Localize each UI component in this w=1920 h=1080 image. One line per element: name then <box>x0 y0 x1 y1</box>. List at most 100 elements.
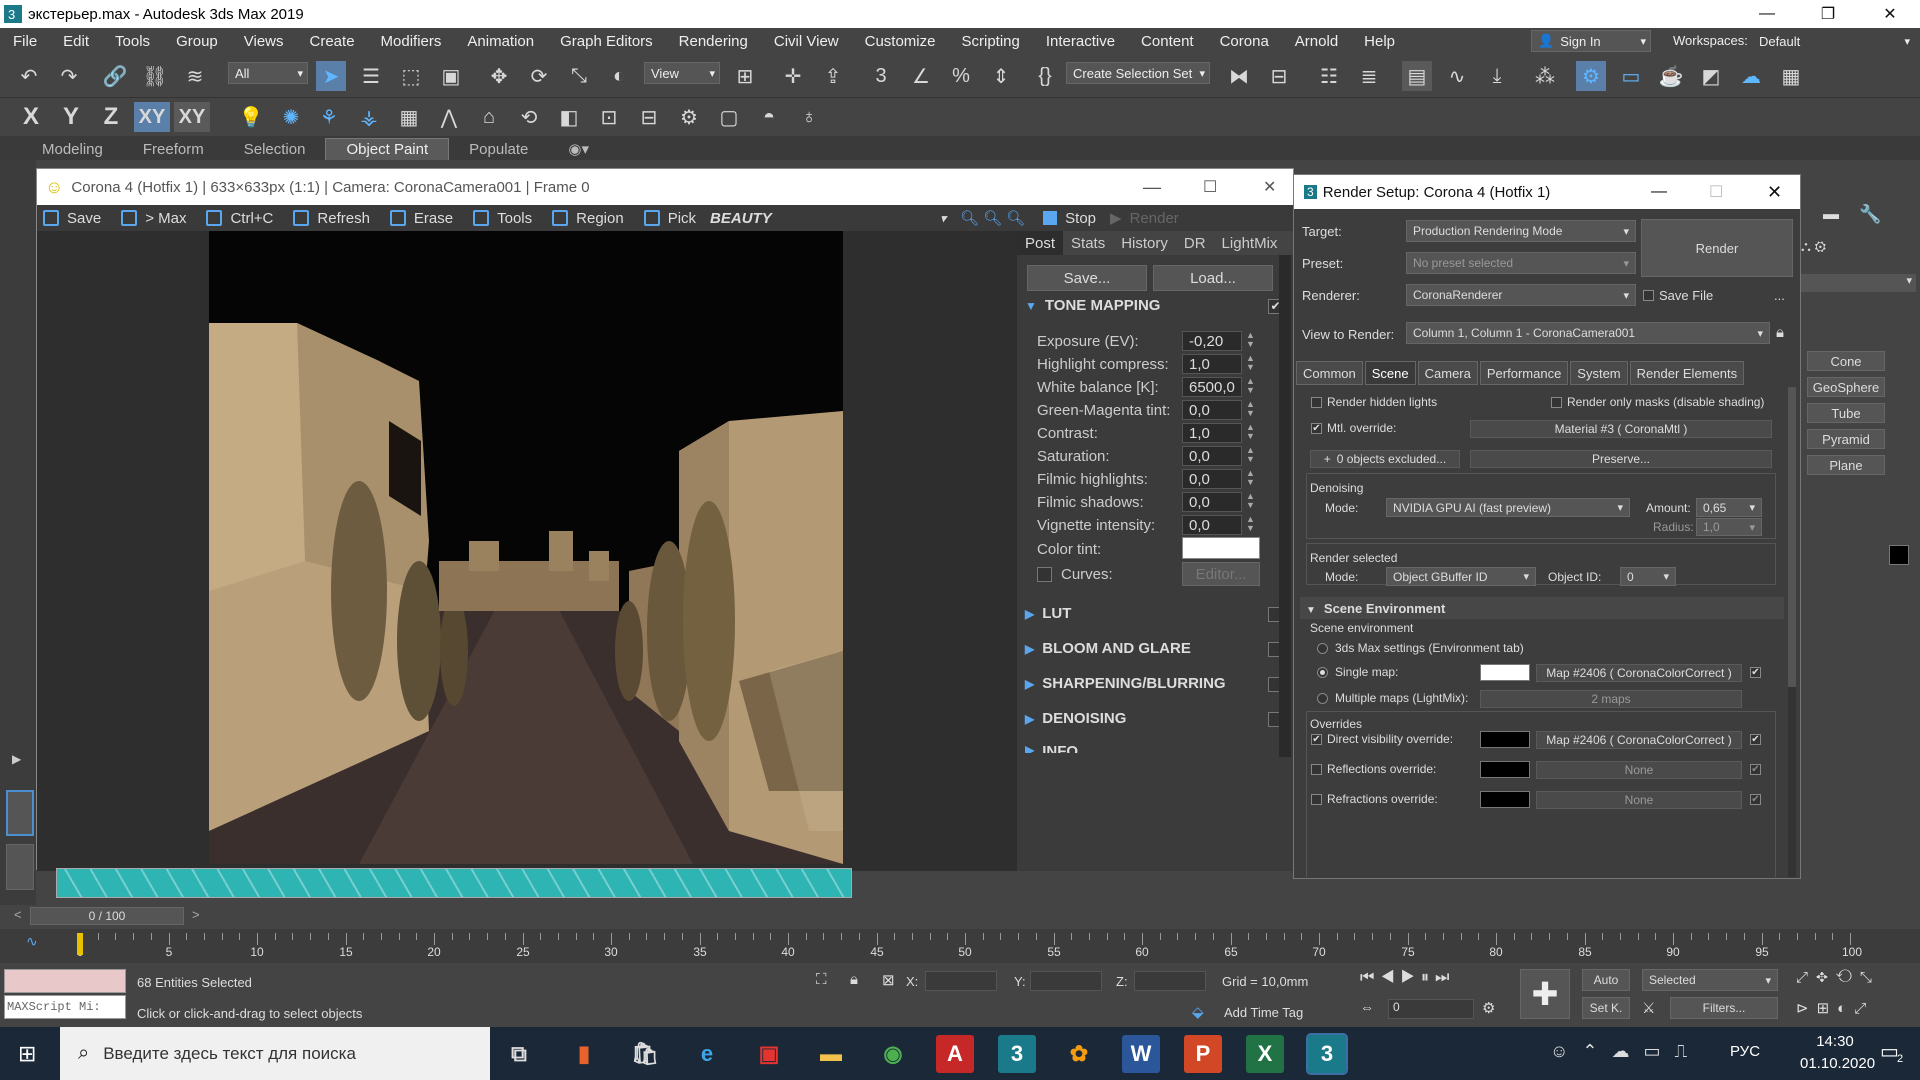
sign-in-dropdown[interactable]: 👤 Sign In ▾ <box>1531 30 1651 52</box>
render-selected-mode-dropdown[interactable]: Object GBuffer ID <box>1386 567 1536 586</box>
viewport-layout-tab-2[interactable] <box>6 844 34 890</box>
material-library-icon[interactable]: ◧ <box>554 102 584 132</box>
direct-visibility-map-checkbox[interactable]: ✔ <box>1750 734 1761 745</box>
ribbon-options-icon[interactable]: ◉▾ <box>548 138 609 160</box>
tab-lightmix[interactable]: LightMix <box>1214 231 1286 255</box>
set-key-big-button[interactable]: ✚ <box>1520 969 1570 1019</box>
menu-views[interactable]: Views <box>231 33 297 50</box>
filmic-shadows-field[interactable]: 0,0 <box>1182 492 1242 512</box>
env-color-swatch[interactable] <box>1480 664 1530 681</box>
axis-xy-cycle-button[interactable]: XY <box>174 102 210 132</box>
time-config-icon[interactable]: ⚙ <box>1482 999 1495 1017</box>
white-balance-field[interactable]: 6500,0 <box>1182 377 1242 397</box>
frame-icon[interactable]: ⊟ <box>634 102 664 132</box>
tab-freeform[interactable]: Freeform <box>123 138 224 160</box>
task-view-icon[interactable]: ⧉ <box>500 1035 538 1073</box>
vfb-render-button[interactable]: ▶ Render <box>1110 209 1179 228</box>
menu-rendering[interactable]: Rendering <box>666 33 761 50</box>
keyboard-shortcut-icon[interactable]: ⇪ <box>818 61 848 91</box>
lut-header[interactable]: ▶ LUT <box>1025 605 1071 622</box>
menu-arnold[interactable]: Arnold <box>1282 33 1351 50</box>
contrast-field[interactable]: 1,0 <box>1182 423 1242 443</box>
post-save-button[interactable]: Save... <box>1027 265 1147 291</box>
tab-render-elements[interactable]: Render Elements <box>1629 361 1745 385</box>
filmic-highlights-field[interactable]: 0,0 <box>1182 469 1242 489</box>
paint-icon[interactable]: ✿ <box>1060 1035 1098 1073</box>
toggle-ribbon-icon[interactable]: ▤ <box>1402 61 1432 91</box>
curves-checkbox[interactable] <box>1037 567 1052 582</box>
render-setup-scrollbar[interactable] <box>1788 387 1796 877</box>
viewport-layout-tab[interactable] <box>6 790 34 836</box>
tone-mapping-header[interactable]: ▼ TONE MAPPING <box>1025 297 1160 314</box>
refractions-swatch[interactable] <box>1480 791 1530 808</box>
spinner-snap-icon[interactable]: ⇕ <box>986 61 1016 91</box>
tube-button[interactable]: Tube <box>1807 403 1885 423</box>
env-single-map-button[interactable]: Map #2406 ( CoronaColorCorrect ) <box>1536 664 1742 682</box>
absolute-mode-icon[interactable]: ⊠ <box>882 971 895 989</box>
unlink-icon[interactable]: ⛓ <box>140 61 170 91</box>
interactive-icon[interactable]: ♁ <box>794 102 824 132</box>
lock-icon[interactable]: 🔒︎ <box>1776 324 1784 341</box>
saturation-field[interactable]: 0,0 <box>1182 446 1242 466</box>
tab-selection[interactable]: Selection <box>224 138 326 160</box>
save-file-browse-button[interactable]: ... <box>1774 288 1785 303</box>
curves-editor-button[interactable]: Editor... <box>1182 562 1260 586</box>
env-single-map-enable-checkbox[interactable]: ✔ <box>1750 667 1761 678</box>
refractions-map-checkbox[interactable]: ✔ <box>1750 794 1761 805</box>
curve-editor-icon[interactable]: ∿ <box>1442 61 1472 91</box>
exposure-spinner[interactable]: ▲ ▼ <box>1246 331 1255 349</box>
vfb-close-button[interactable]: ✕ <box>1263 177 1276 197</box>
fit-icon[interactable]: ⊡ <box>594 102 624 132</box>
plane-button[interactable]: Plane <box>1807 455 1885 475</box>
cone-button[interactable]: Cone <box>1807 351 1885 371</box>
snaps-toggle-icon[interactable]: 3 <box>866 61 896 91</box>
command-panel-dropdown[interactable]: ▾ <box>1801 274 1916 292</box>
align-icon[interactable]: ⊟ <box>1264 61 1294 91</box>
menu-animation[interactable]: Animation <box>454 33 547 50</box>
preserve-button[interactable]: Preserve... <box>1470 450 1772 468</box>
add-time-tag-button[interactable]: Add Time Tag <box>1224 1005 1303 1020</box>
tab-common[interactable]: Common <box>1296 361 1363 385</box>
vfb-erase-button[interactable]: Erase <box>384 210 453 227</box>
word-icon[interactable]: W <box>1122 1035 1160 1073</box>
tab-populate[interactable]: Populate <box>449 138 548 160</box>
auto-key-button[interactable]: Auto <box>1582 969 1630 991</box>
target-dropdown[interactable]: Production Rendering Mode <box>1406 220 1636 242</box>
menu-edit[interactable]: Edit <box>50 33 102 50</box>
percent-snap-icon[interactable]: % <box>946 61 976 91</box>
preset-dropdown[interactable]: No preset selected <box>1406 252 1636 274</box>
clock-date[interactable]: 01.10.2020 <box>1800 1055 1875 1072</box>
radius-field[interactable]: 1,0 <box>1696 518 1762 536</box>
denoising-header[interactable]: ▶ DENOISING <box>1025 710 1126 727</box>
proxy-icon[interactable]: ⚘ <box>314 102 344 132</box>
tab-dr[interactable]: DR <box>1176 231 1214 255</box>
3dsmax-taskbar-icon-1[interactable]: 3 <box>998 1035 1036 1073</box>
amount-field[interactable]: 0,65 <box>1696 498 1762 517</box>
white-balance-spinner[interactable]: ▲ ▼ <box>1246 377 1255 395</box>
tab-system[interactable]: System <box>1570 361 1628 385</box>
rotate-icon[interactable]: ⟳ <box>524 61 554 91</box>
axis-x-button[interactable]: X <box>16 102 46 132</box>
axis-xy-button[interactable]: XY <box>134 102 170 132</box>
camera-icon[interactable]: ◓ <box>754 102 784 132</box>
input-language[interactable]: РУС <box>1730 1043 1760 1060</box>
env-single-map-radio[interactable] <box>1317 667 1328 678</box>
excel-icon[interactable]: X <box>1246 1035 1284 1073</box>
a360-gallery-icon[interactable]: ▦ <box>1776 61 1806 91</box>
filmic-highlights-spinner[interactable]: ▲ ▼ <box>1246 469 1255 487</box>
vignette-intensity-spinner[interactable]: ▲ ▼ <box>1246 515 1255 533</box>
table-icon[interactable]: ▦ <box>394 102 424 132</box>
env-3dsmax-radio[interactable] <box>1317 643 1328 654</box>
denoise-mode-dropdown[interactable]: NVIDIA GPU AI (fast preview) <box>1386 498 1630 517</box>
system-tray-icons[interactable]: ☺︎⌃☁▭⎍ <box>1550 1041 1701 1062</box>
edge-icon[interactable]: e <box>688 1035 726 1073</box>
pivot-center-icon[interactable]: ⊞ <box>730 61 760 91</box>
display-panel-icon[interactable]: ▬ <box>1823 206 1839 224</box>
vfb-region-button[interactable]: Region <box>546 210 624 227</box>
maximize-button[interactable]: ❐ <box>1800 0 1856 28</box>
object-color-swatch[interactable] <box>1889 545 1909 565</box>
track-ticks[interactable]: 0510152025303540455055606570758085909510… <box>77 929 1862 963</box>
powerpoint-icon[interactable]: P <box>1184 1035 1222 1073</box>
filmic-shadows-spinner[interactable]: ▲ ▼ <box>1246 492 1255 510</box>
maxscript-input[interactable]: MAXScript Mi: <box>4 995 126 1019</box>
